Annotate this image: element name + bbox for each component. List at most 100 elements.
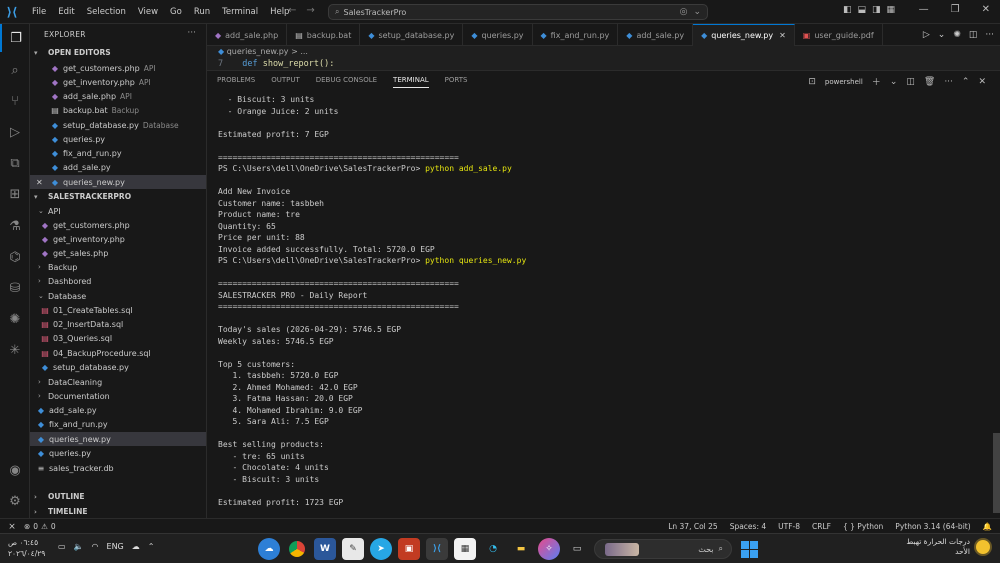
- account-icon[interactable]: ◉: [0, 456, 30, 484]
- open-editor-item[interactable]: ▤ backup.bat Backup: [36, 103, 212, 117]
- more-actions-icon[interactable]: ···: [944, 77, 953, 87]
- clock[interactable]: ٠٦:٤٥ ص ٢٠٢٦/٠٤/٢٩: [8, 537, 45, 559]
- open-editor-item[interactable]: ◆ queries.py: [36, 132, 212, 146]
- taskbar-search[interactable]: بحث ⌕: [594, 539, 732, 559]
- copilot-icon[interactable]: ◎: [680, 7, 688, 17]
- menu-go[interactable]: Go: [164, 7, 188, 17]
- tab-add-sale-php[interactable]: ◆ add_sale.php: [207, 24, 288, 46]
- chevron-down-icon[interactable]: ⌄: [938, 30, 946, 40]
- chevron-down-icon[interactable]: ⌄: [693, 7, 701, 17]
- menu-terminal[interactable]: Terminal: [216, 7, 264, 17]
- tab-add-sale-py[interactable]: ◆ add_sale.py: [618, 24, 694, 46]
- open-editor-item[interactable]: ◆ add_sale.py: [36, 160, 212, 174]
- folder-datacleaning[interactable]: › DataCleaning: [38, 375, 214, 389]
- battery-icon[interactable]: ▭: [58, 542, 66, 551]
- tab-ports[interactable]: PORTS: [445, 76, 468, 88]
- tree-file[interactable]: ◆ get_customers.php: [40, 218, 216, 232]
- terminal-output[interactable]: - Biscuit: 3 units - Orange Juice: 2 uni…: [218, 94, 978, 514]
- open-editors-header[interactable]: ▾ OPEN EDITORS: [34, 48, 111, 57]
- menu-view[interactable]: View: [132, 7, 164, 17]
- back-arrow-icon[interactable]: ←: [288, 5, 296, 16]
- split-terminal-icon[interactable]: ◫: [906, 77, 915, 87]
- open-editor-item[interactable]: ◆ add_sale.php API: [36, 89, 212, 103]
- timeline-header[interactable]: › TIMELINE: [34, 507, 87, 516]
- tree-file[interactable]: ◆ setup_database.py: [40, 360, 216, 374]
- tab-debug-console[interactable]: DEBUG CONSOLE: [316, 76, 377, 88]
- gear-extension-icon[interactable]: ✺: [0, 305, 30, 333]
- tab-output[interactable]: OUTPUT: [271, 76, 300, 88]
- menu-file[interactable]: File: [26, 7, 52, 17]
- tree-file[interactable]: ◆ fix_and_run.py: [36, 417, 212, 431]
- close-icon[interactable]: ✕: [982, 4, 990, 15]
- indentation[interactable]: Spaces: 4: [730, 522, 766, 531]
- menu-edit[interactable]: Edit: [52, 7, 80, 17]
- problems-status[interactable]: ⊗ 0 ⚠ 0: [24, 522, 56, 531]
- menu-selection[interactable]: Selection: [81, 7, 132, 17]
- open-editor-item[interactable]: ◆ get_customers.php API: [36, 61, 212, 75]
- vscode-taskbar-icon[interactable]: ⟩⟨: [426, 538, 448, 560]
- command-center[interactable]: ⌕ SalesTrackerPro ◎ ⌄: [328, 4, 708, 20]
- open-editor-item[interactable]: ◆ fix_and_run.py: [36, 146, 212, 160]
- add-terminal-icon[interactable]: ＋: [872, 75, 881, 88]
- remote-icon[interactable]: ⨯: [0, 519, 24, 534]
- gear-icon[interactable]: ⚙: [0, 487, 30, 515]
- tab-backup-bat[interactable]: ▤ backup.bat: [287, 24, 361, 46]
- more-actions-icon[interactable]: ···: [187, 28, 196, 38]
- explorer-icon[interactable]: ❐: [0, 24, 30, 52]
- close-icon[interactable]: ✕: [36, 178, 50, 187]
- restore-icon[interactable]: ❐: [951, 4, 960, 15]
- tab-queries-new-py[interactable]: ◆ queries_new.py ✕: [693, 24, 795, 46]
- trash-icon[interactable]: 🗑: [924, 77, 935, 87]
- open-editor-item[interactable]: ◆ get_inventory.php API: [36, 75, 212, 89]
- notifications-icon[interactable]: 🔔: [983, 522, 992, 531]
- wifi-icon[interactable]: ◠: [92, 542, 99, 551]
- tree-file[interactable]: ≡ sales_tracker.db: [36, 461, 212, 475]
- weather-widget[interactable]: درجات الحرارة تهبط الأحد: [906, 537, 990, 557]
- tab-terminal[interactable]: TERMINAL: [393, 76, 429, 88]
- folder-backup[interactable]: › Backup: [38, 260, 214, 274]
- cursor-position[interactable]: Ln 37, Col 25: [668, 522, 717, 531]
- remote-explorer-icon[interactable]: ⧉: [0, 149, 30, 177]
- tree-file[interactable]: ▤ 04_BackupProcedure.sql: [40, 346, 216, 360]
- database-icon[interactable]: ⛁: [0, 274, 30, 302]
- testing-icon[interactable]: ⚗: [0, 212, 30, 240]
- toggle-secondary-sidebar-icon[interactable]: ◨: [872, 5, 881, 15]
- tree-file[interactable]: ▤ 02_InsertData.sql: [40, 317, 216, 331]
- tree-file[interactable]: ◆ get_sales.php: [40, 246, 216, 260]
- word-icon[interactable]: W: [314, 538, 336, 560]
- sparkle-icon[interactable]: ✳: [0, 336, 30, 364]
- chevron-up-icon[interactable]: ⌃: [148, 542, 155, 551]
- menu-run[interactable]: Run: [188, 7, 216, 17]
- tree-file[interactable]: ◆ add_sale.py: [36, 403, 212, 417]
- tree-file[interactable]: ▤ 03_Queries.sql: [40, 331, 216, 345]
- chevron-down-icon[interactable]: ⌄: [890, 77, 898, 87]
- maximize-panel-icon[interactable]: ⌃: [962, 77, 970, 87]
- tab-fix-and-run-py[interactable]: ◆ fix_and_run.py: [533, 24, 619, 46]
- breadcrumb[interactable]: ◆ queries_new.py > ...: [218, 47, 308, 56]
- extensions-icon[interactable]: ⊞: [0, 180, 30, 208]
- folder-api[interactable]: ⌄ API: [38, 204, 214, 218]
- tree-file[interactable]: ◆ get_inventory.php: [40, 232, 216, 246]
- open-editor-item[interactable]: ◆ setup_database.py Database: [36, 118, 212, 132]
- python-interpreter[interactable]: Python 3.14 (64-bit): [895, 522, 970, 531]
- store-icon[interactable]: ▦: [454, 538, 476, 560]
- tab-problems[interactable]: PROBLEMS: [217, 76, 255, 88]
- outline-header[interactable]: › OUTLINE: [34, 492, 85, 501]
- folder-database[interactable]: ⌄ Database: [38, 289, 214, 303]
- terminal-scrollbar[interactable]: [993, 433, 1000, 513]
- file-explorer-icon[interactable]: ▬: [510, 538, 532, 560]
- tree-file[interactable]: ◆ queries.py: [36, 446, 212, 460]
- terminal-shell-label[interactable]: powershell: [825, 78, 863, 86]
- photo-app-icon[interactable]: ▣: [398, 538, 420, 560]
- more-actions-icon[interactable]: ···: [985, 30, 994, 40]
- line-endings[interactable]: CRLF: [812, 522, 831, 531]
- source-control-icon[interactable]: ⑂: [0, 87, 30, 115]
- close-icon[interactable]: ✕: [978, 77, 986, 87]
- onedrive-icon[interactable]: ☁: [132, 542, 140, 551]
- forward-arrow-icon[interactable]: →: [306, 5, 314, 16]
- folder-dashbored[interactable]: › Dashbored: [38, 274, 214, 288]
- language-indicator[interactable]: ENG: [107, 542, 124, 551]
- copilot-icon[interactable]: ✧: [538, 538, 560, 560]
- split-editor-icon[interactable]: ◫: [969, 30, 978, 40]
- volume-icon[interactable]: 🔈: [74, 542, 84, 551]
